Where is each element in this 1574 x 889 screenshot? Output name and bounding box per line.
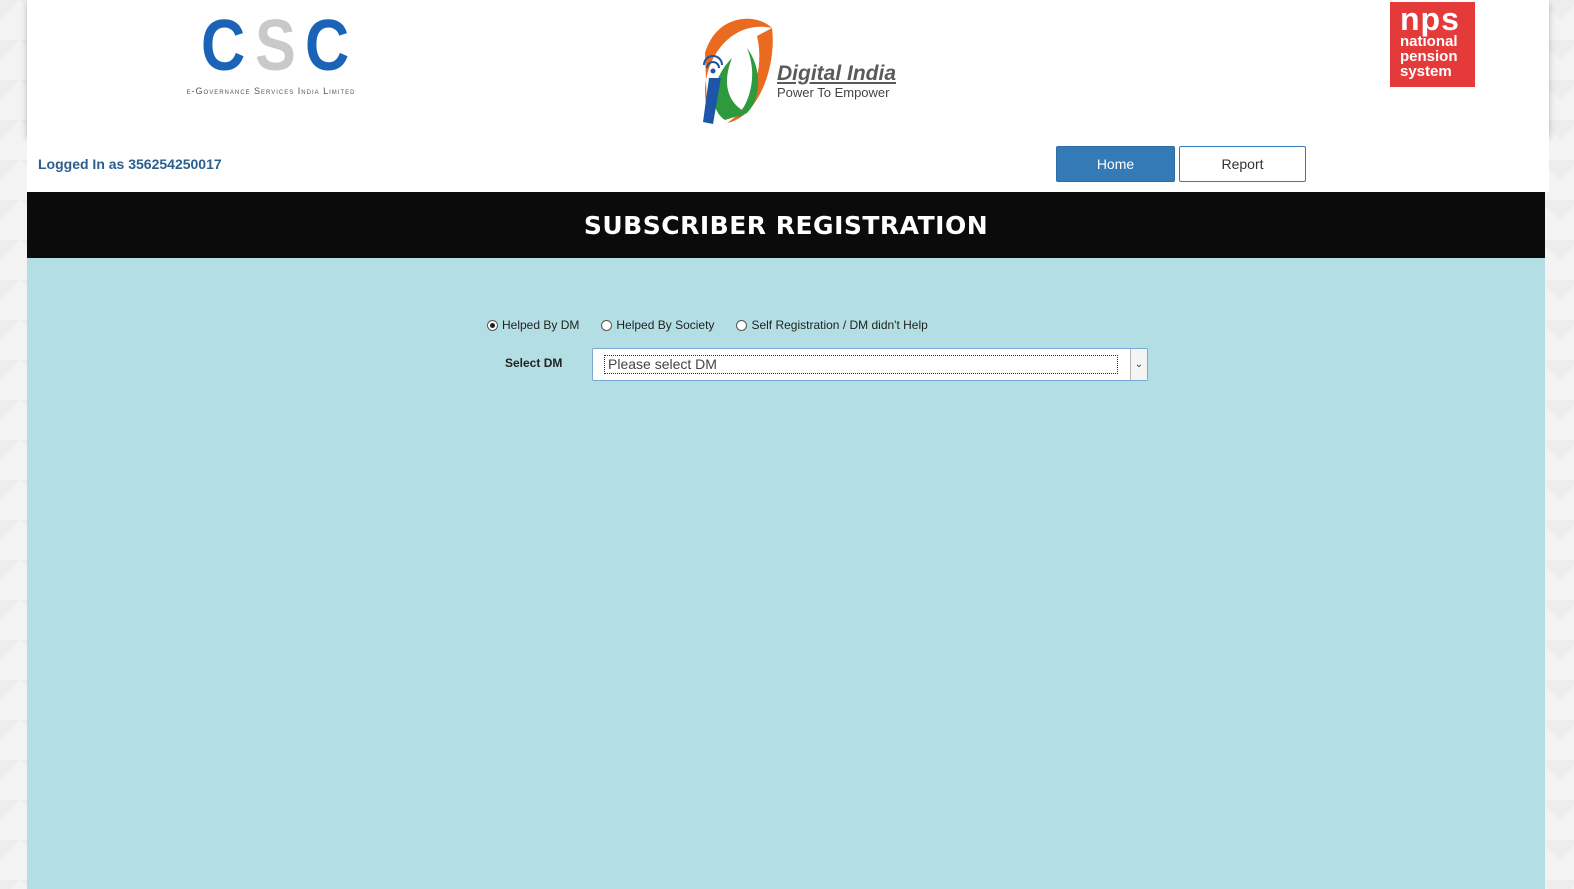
select-dm-dropdown[interactable]: Please select DM ⌄ xyxy=(592,348,1148,381)
login-bar: Logged In as 356254250017 Home Report xyxy=(27,136,1549,192)
registration-form-area: Helped By DM Helped By Society Self Regi… xyxy=(27,258,1545,889)
chevron-down-icon[interactable]: ⌄ xyxy=(1130,349,1147,380)
csc-logo-letter-c1: C xyxy=(201,6,245,86)
radio-helped-by-society[interactable]: Helped By Society xyxy=(601,318,714,332)
page-title-bar: SUBSCRIBER REGISTRATION xyxy=(27,192,1545,258)
nps-logo-line1: national xyxy=(1400,33,1458,50)
csc-logo-letter-c2: C xyxy=(305,6,349,86)
csc-logo-letters: C S C xyxy=(201,10,355,82)
radio-helped-by-dm[interactable]: Helped By DM xyxy=(487,318,579,332)
radio-label-helped-by-dm: Helped By DM xyxy=(502,318,580,332)
nps-logo-line3: system xyxy=(1400,63,1452,80)
csc-logo: C S C e-Governance Services India Limite… xyxy=(155,10,387,100)
radio-button[interactable] xyxy=(601,319,613,331)
nps-logo-line2: pension xyxy=(1400,48,1458,65)
digital-india-logo: Digital India Power To Empower xyxy=(677,8,907,128)
digital-india-emblem-icon xyxy=(703,18,773,124)
digital-india-tagline: Power To Empower xyxy=(777,85,890,100)
report-button[interactable]: Report xyxy=(1179,146,1306,182)
radio-self-registration[interactable]: Self Registration / DM didn't Help xyxy=(736,318,928,332)
nps-logo: nps national pension system xyxy=(1390,2,1475,87)
select-dm-value: Please select DM xyxy=(604,355,1118,374)
radio-button[interactable] xyxy=(736,319,748,331)
page-title: SUBSCRIBER REGISTRATION xyxy=(583,210,989,240)
radio-label-helped-by-society: Helped By Society xyxy=(616,318,715,332)
nps-logo-mark: nps xyxy=(1400,1,1460,37)
radio-button-checked[interactable] xyxy=(487,319,498,331)
help-type-radio-group: Helped By DM Helped By Society Self Regi… xyxy=(487,318,950,332)
logged-in-label: Logged In as 356254250017 xyxy=(38,156,222,172)
select-dm-label: Select DM xyxy=(505,356,563,370)
home-button[interactable]: Home xyxy=(1056,146,1175,182)
site-header: C S C e-Governance Services India Limite… xyxy=(27,0,1549,136)
csc-logo-letter-s: S xyxy=(255,6,296,86)
csc-logo-tagline: e-Governance Services India Limited xyxy=(186,86,356,96)
digital-india-title: Digital India xyxy=(777,62,897,85)
radio-label-self-registration: Self Registration / DM didn't Help xyxy=(751,318,928,332)
